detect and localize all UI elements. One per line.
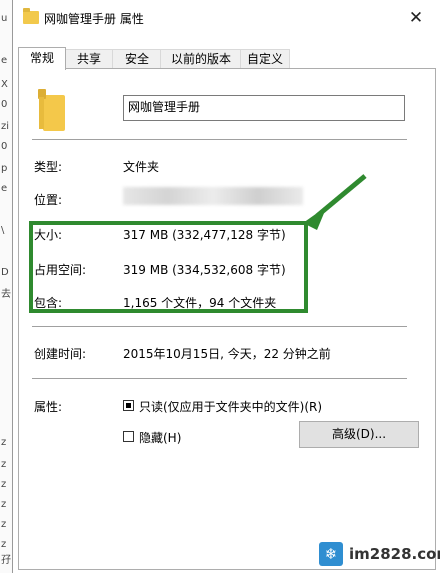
- readonly-checkbox[interactable]: [123, 400, 134, 411]
- window-title: 网咖管理手册 属性: [44, 12, 144, 26]
- highlight-box: [29, 221, 308, 313]
- background-text: z: [1, 459, 7, 470]
- created-label: 创建时间:: [34, 347, 87, 361]
- created-value: 2015年10月15日, 今天，22 分钟之前: [123, 347, 331, 361]
- background-text: z: [1, 437, 7, 448]
- folder-name-field[interactable]: 网咖管理手册: [123, 95, 405, 121]
- background-text: \: [1, 225, 5, 236]
- background-text: z: [1, 539, 7, 550]
- background-text: 孖: [1, 555, 11, 566]
- location-value-redacted: [123, 187, 303, 205]
- type-label: 类型:: [34, 160, 63, 174]
- background-text: z: [1, 519, 7, 530]
- readonly-checkbox-label[interactable]: 只读(仅应用于文件夹中的文件)(R): [139, 398, 322, 415]
- background-text: 0: [1, 99, 8, 110]
- background-text: 0: [1, 141, 8, 152]
- background-text: e: [1, 55, 8, 66]
- background-text: u: [1, 13, 8, 24]
- hidden-checkbox[interactable]: [123, 431, 134, 442]
- divider: [32, 139, 407, 140]
- hidden-checkbox-label[interactable]: 隐藏(H): [139, 429, 181, 446]
- title-bar[interactable]: 网咖管理手册 属性 ✕: [13, 0, 440, 36]
- background-text: z: [1, 499, 7, 510]
- background-text: p: [1, 163, 8, 174]
- background-text: D: [1, 267, 9, 278]
- close-button[interactable]: ✕: [401, 6, 431, 30]
- attributes-label: 属性:: [34, 400, 63, 414]
- divider: [32, 326, 407, 327]
- tab-previous-versions[interactable]: 以前的版本: [160, 49, 242, 69]
- tab-sharing[interactable]: 共享: [64, 49, 114, 69]
- tab-customize[interactable]: 自定义: [240, 49, 290, 69]
- background-text: 去: [1, 289, 11, 300]
- snowflake-icon: ❄: [319, 542, 343, 566]
- divider: [32, 378, 407, 379]
- arrow-shaft: [315, 174, 367, 218]
- tab-general[interactable]: 常规: [18, 47, 66, 70]
- folder-icon: [23, 8, 39, 24]
- background-text: zi: [1, 121, 10, 132]
- background-text: e: [1, 183, 8, 194]
- annotation-arrow: [303, 174, 367, 230]
- general-tab-panel: 网咖管理手册 类型: 文件夹 位置: 大小: 317 MB (332,477,1…: [18, 68, 436, 570]
- advanced-button[interactable]: 高级(D)...: [299, 421, 419, 448]
- properties-dialog: 网咖管理手册 属性 ✕ 常规 共享 安全 以前的版本 自定义 网咖管理手册 类型…: [12, 0, 440, 573]
- type-value: 文件夹: [123, 160, 160, 174]
- background-text: z: [1, 479, 7, 490]
- tab-security[interactable]: 安全: [112, 49, 162, 69]
- location-label: 位置:: [34, 193, 63, 207]
- folder-icon: [38, 89, 65, 131]
- background-text: X: [1, 79, 8, 90]
- watermark-text: im2828.com: [349, 545, 440, 563]
